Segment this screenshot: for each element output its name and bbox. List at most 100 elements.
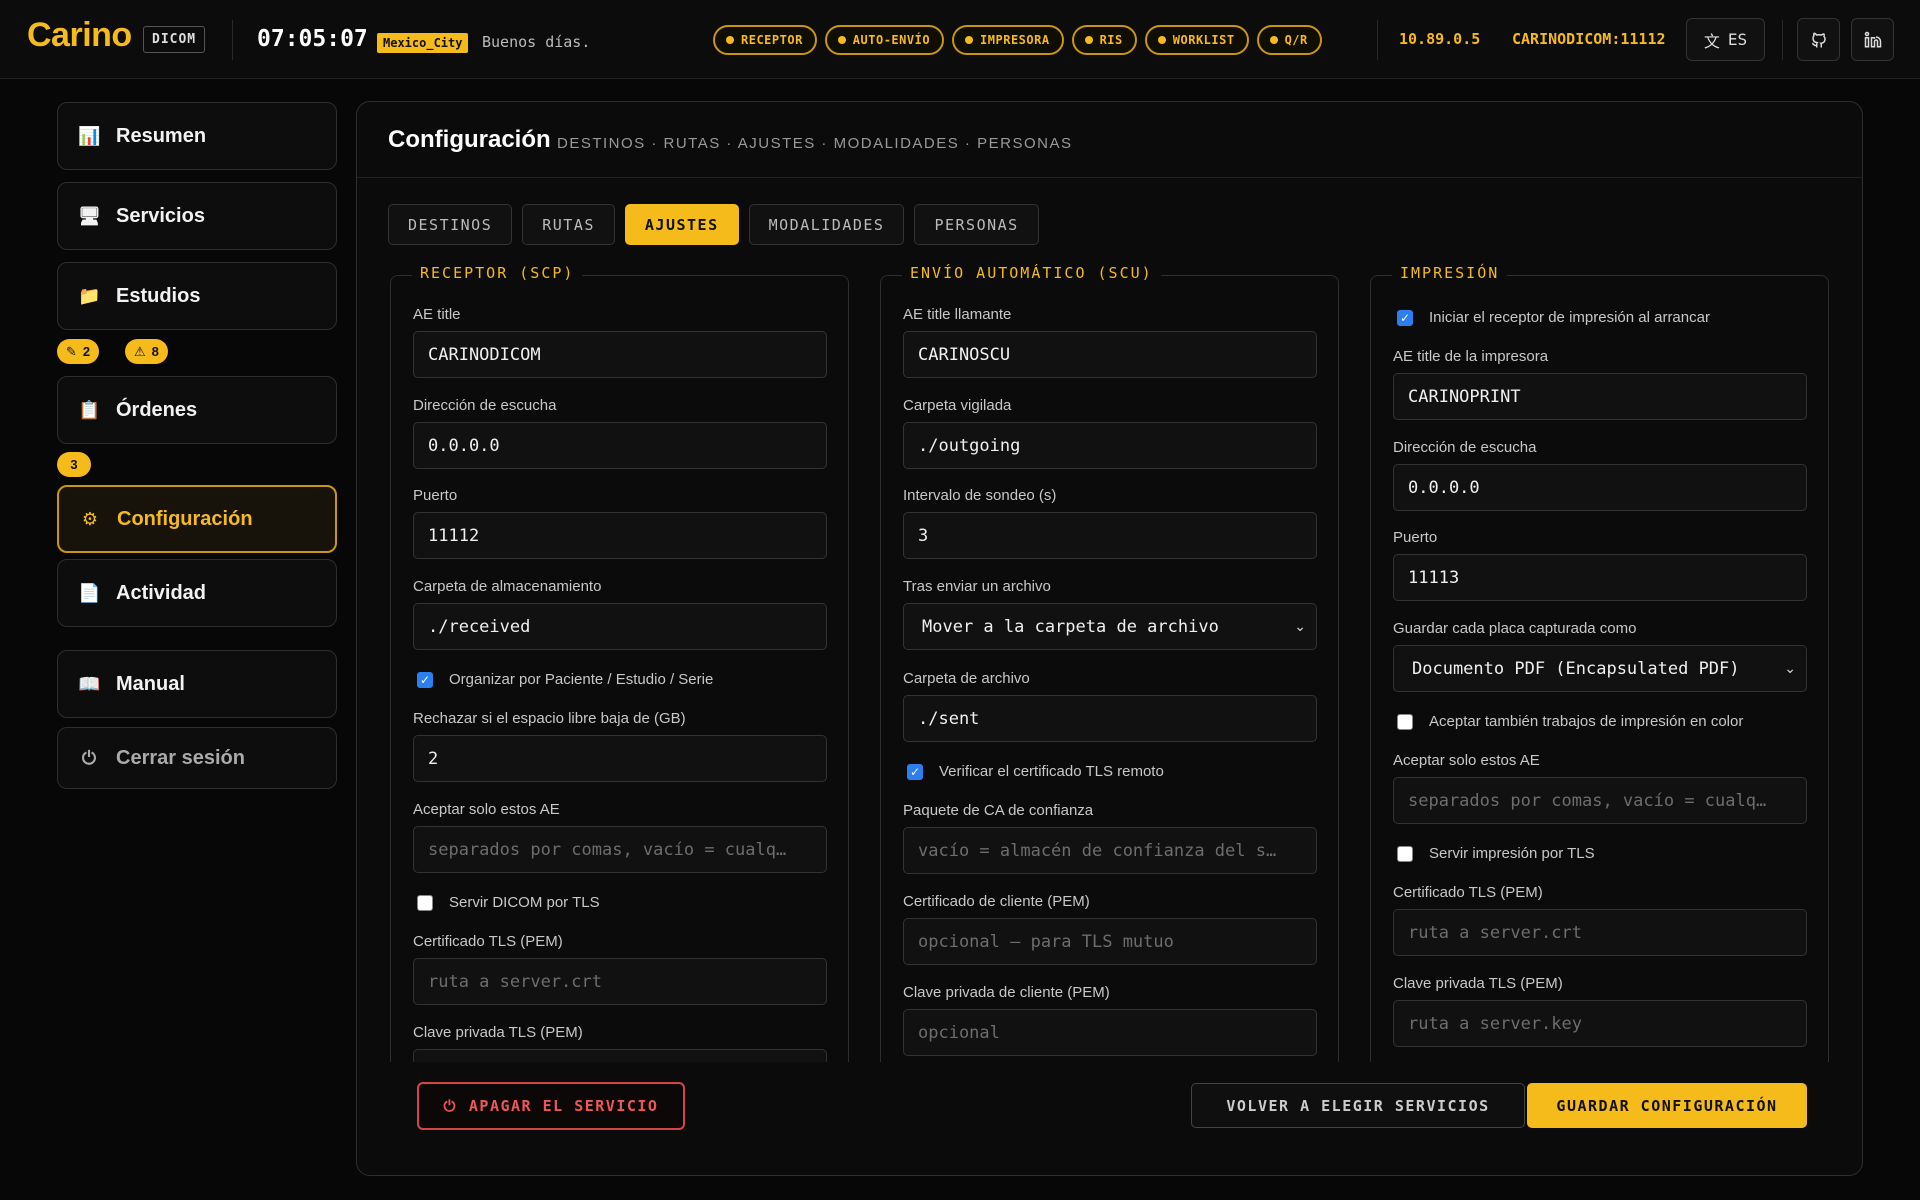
receptor-cert-input[interactable]: ruta a server.crt <box>413 958 827 1005</box>
settings-tabs: DESTINOS RUTAS AJUSTES MODALIDADES PERSO… <box>388 204 1039 245</box>
print-cert-label: Certificado TLS (PEM) <box>1393 884 1543 901</box>
chevron-down-icon: ⌄ <box>1784 660 1796 677</box>
archive-folder-label: Carpeta de archivo <box>903 670 1030 687</box>
tls-checkbox-row[interactable]: Servir DICOM por TLS <box>417 894 600 911</box>
color-checkbox-row[interactable]: Aceptar también trabajos de impresión en… <box>1397 713 1743 730</box>
chart-icon: 📊 <box>78 125 101 146</box>
receptor-section: AE title CARINODICOM Dirección de escuch… <box>390 275 849 1062</box>
impresion-key-input[interactable]: ruta a server.key <box>1393 1000 1807 1047</box>
verify-tls-checkbox-row[interactable]: ✓ Verificar el certificado TLS remoto <box>907 763 1164 780</box>
status-dot-icon <box>726 36 734 44</box>
envio-legend: ENVÍO AUTOMÁTICO (SCU) <box>902 264 1161 282</box>
impresion-cert-input[interactable]: ruta a server.crt <box>1393 909 1807 956</box>
service-pill-receptor[interactable]: RECEPTOR <box>713 25 817 55</box>
status-dot-icon <box>1269 36 1278 44</box>
status-dot-icon <box>1157 36 1166 44</box>
receptor-legend: RECEPTOR (SCP) <box>412 264 583 282</box>
envio-ca-input[interactable]: vacío = almacén de confianza del s… <box>903 827 1317 874</box>
power-icon: ⏻ <box>443 1097 457 1115</box>
impresion-port-input[interactable]: 11113 <box>1393 554 1807 601</box>
envio-after-select[interactable]: Mover a la carpeta de archivo ⌄ <box>903 603 1317 650</box>
tab-destinos[interactable]: DESTINOS <box>388 204 513 245</box>
receptor-reject-input[interactable]: 2 <box>413 735 827 782</box>
receptor-listen-input[interactable]: 0.0.0.0 <box>413 422 827 469</box>
service-pill-impresora[interactable]: IMPRESORA <box>952 25 1064 55</box>
accept-ae-label: Aceptar solo estos AE <box>413 801 560 818</box>
shutdown-button[interactable]: ⏻ APAGAR EL SERVICIO <box>417 1082 685 1130</box>
sidebar-item-servicios[interactable]: 🖥 Servicios <box>57 182 337 250</box>
panel-header: Configuración DESTINOS · RUTAS · AJUSTES… <box>357 102 1862 178</box>
tab-ajustes[interactable]: AJUSTES <box>624 204 739 245</box>
impresion-ae-input[interactable]: CARINOPRINT <box>1393 373 1807 420</box>
print-port-label: Puerto <box>1393 529 1438 546</box>
envio-archive-input[interactable]: ./sent <box>903 695 1317 742</box>
divider <box>1377 20 1378 60</box>
sidebar-item-actividad[interactable]: 📄 Actividad <box>57 559 337 627</box>
receptor-accept-ae-input[interactable]: separados por comas, vacío = cualq… <box>413 826 827 873</box>
save-as-label: Guardar cada placa capturada como <box>1393 620 1637 637</box>
impresion-save-select[interactable]: Documento PDF (Encapsulated PDF) ⌄ <box>1393 645 1807 692</box>
sidebar-item-ordenes[interactable]: 📋 Órdenes <box>57 376 337 444</box>
estudios-pending-badge: ✎ 2 <box>57 339 100 364</box>
organize-checkbox[interactable]: ✓ <box>417 671 433 688</box>
github-button[interactable] <box>1797 18 1840 61</box>
impresion-legend: IMPRESIÓN <box>1392 264 1508 282</box>
verify-tls-checkbox[interactable]: ✓ <box>907 763 923 780</box>
receptor-key-input[interactable] <box>413 1049 827 1062</box>
envio-section: AE title llamante CARINOSCU Carpeta vigi… <box>880 275 1339 1062</box>
color-checkbox[interactable] <box>1397 713 1413 730</box>
language-button[interactable]: 文 ES <box>1686 18 1765 61</box>
print-tls-checkbox-row[interactable]: Servir impresión por TLS <box>1397 845 1595 862</box>
warning-icon: ⚠ <box>134 343 146 359</box>
impresion-listen-input[interactable]: 0.0.0.0 <box>1393 464 1807 511</box>
gear-icon: ⚙ <box>81 508 99 529</box>
receptor-ae-title-input[interactable]: CARINODICOM <box>413 331 827 378</box>
page-subtitle: DESTINOS · RUTAS · AJUSTES · MODALIDADES… <box>557 135 1073 152</box>
ordenes-count-badge: 3 <box>57 452 91 477</box>
autostart-checkbox[interactable]: ✓ <box>1397 309 1413 326</box>
service-pill-ris[interactable]: RIS <box>1071 25 1137 55</box>
sidebar-item-estudios[interactable]: 📁 Estudios <box>57 262 337 330</box>
organize-checkbox-row[interactable]: ✓ Organizar por Paciente / Estudio / Ser… <box>417 671 713 688</box>
storage-folder-label: Carpeta de almacenamiento <box>413 578 602 595</box>
envio-poll-input[interactable]: 3 <box>903 512 1317 559</box>
tab-modalidades[interactable]: MODALIDADES <box>748 204 905 245</box>
sidebar-item-logout[interactable]: ⏻ Cerrar sesión <box>57 727 337 789</box>
tab-personas[interactable]: PERSONAS <box>914 204 1039 245</box>
clipboard-icon: 📋 <box>78 399 101 420</box>
autostart-checkbox-row[interactable]: ✓ Iniciar el receptor de impresión al ar… <box>1397 309 1710 326</box>
service-pill-autoenvio[interactable]: AUTO-ENVÍO <box>824 25 945 55</box>
back-button[interactable]: VOLVER A ELEGIR SERVICIOS <box>1191 1083 1525 1128</box>
printer-ae-label: AE title de la impresora <box>1393 348 1549 365</box>
divider <box>1782 20 1783 60</box>
tls-checkbox[interactable] <box>417 894 433 911</box>
chevron-down-icon: ⌄ <box>1294 618 1306 635</box>
greeting: Buenos días. <box>482 33 591 51</box>
sidebar-item-manual[interactable]: 📖 Manual <box>57 650 337 718</box>
port-label: Puerto <box>413 487 458 504</box>
monitor-icon: 🖥 <box>78 205 101 226</box>
print-accept-ae-label: Aceptar solo estos AE <box>1393 752 1540 769</box>
envio-client-key-input[interactable]: opcional <box>903 1009 1317 1056</box>
timezone-badge: Mexico_City <box>377 33 469 53</box>
sidebar-item-resumen[interactable]: 📊 Resumen <box>57 102 337 170</box>
print-key-label: Clave privada TLS (PEM) <box>1393 975 1563 992</box>
receptor-port-input[interactable]: 11112 <box>413 512 827 559</box>
service-pill-worklist[interactable]: WORKLIST <box>1144 25 1249 55</box>
envio-client-cert-input[interactable]: opcional — para TLS mutuo <box>903 918 1317 965</box>
sidebar-item-configuracion[interactable]: ⚙ Configuración <box>57 485 337 553</box>
envio-ae-input[interactable]: CARINOSCU <box>903 331 1317 378</box>
print-tls-checkbox[interactable] <box>1397 845 1413 862</box>
status-dot-icon <box>965 36 974 44</box>
envio-watch-input[interactable]: ./outgoing <box>903 422 1317 469</box>
service-pill-qr[interactable]: Q/R <box>1256 25 1322 55</box>
tab-rutas[interactable]: RUTAS <box>522 204 615 245</box>
client-key-label: Clave privada de cliente (PEM) <box>903 984 1110 1001</box>
linkedin-button[interactable] <box>1851 18 1894 61</box>
impresion-accept-ae-input[interactable]: separados por comas, vacío = cualq… <box>1393 777 1807 824</box>
listen-address-label: Dirección de escucha <box>413 397 557 414</box>
save-config-button[interactable]: GUARDAR CONFIGURACIÓN <box>1527 1083 1807 1128</box>
translate-icon: 文 <box>1703 33 1720 51</box>
receptor-storage-input[interactable]: ./received <box>413 603 827 650</box>
divider <box>232 20 233 60</box>
